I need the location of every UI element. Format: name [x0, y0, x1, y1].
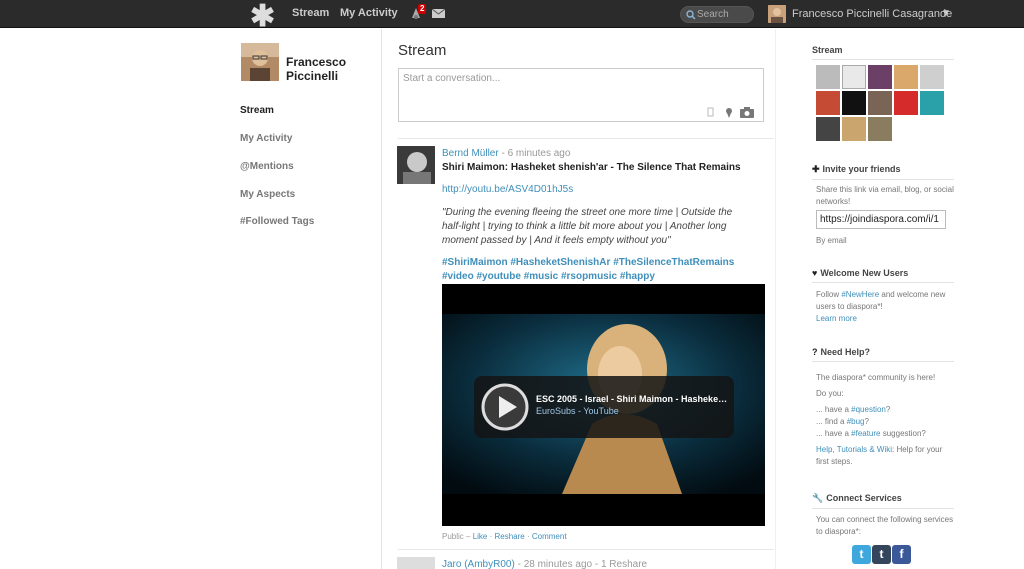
- publisher: [398, 68, 764, 122]
- search-box: [680, 6, 754, 23]
- profile-avatar[interactable]: [241, 43, 279, 81]
- avatar[interactable]: [842, 65, 866, 89]
- tag-link[interactable]: #happy: [620, 271, 655, 282]
- diaspora-logo-icon[interactable]: ✱: [250, 2, 275, 32]
- post-meta: Bernd Müller - 6 minutes ago: [442, 148, 570, 159]
- tag-link[interactable]: #music: [524, 271, 558, 282]
- avatar[interactable]: [920, 65, 944, 89]
- page-title: Stream: [398, 42, 447, 59]
- camera-icon[interactable]: [740, 107, 754, 118]
- feature-tag-link[interactable]: #feature: [851, 429, 880, 438]
- invite-link-field[interactable]: [816, 210, 946, 229]
- welcome-text: Follow #NewHere and welcome new users to…: [816, 290, 946, 323]
- invite-by-email-link[interactable]: By email: [816, 235, 954, 247]
- avatar[interactable]: [868, 117, 892, 141]
- tumblr-icon[interactable]: t: [872, 545, 891, 564]
- video-title[interactable]: ESC 2005 - Israel - Shiri Maimon - Hashe…: [536, 394, 730, 404]
- video-embed[interactable]: ESC 2005 - Israel - Shiri Maimon - Hashe…: [442, 284, 765, 526]
- newhere-tag-link[interactable]: #NewHere: [841, 290, 879, 299]
- connect-text: You can connect the following services t…: [816, 515, 954, 536]
- post-title: Shiri Maimon: Hasheket shenish'ar - The …: [442, 162, 741, 173]
- sidebar-item-my-activity[interactable]: My Activity: [240, 133, 292, 144]
- profile-name[interactable]: Francesco Piccinelli: [286, 55, 366, 83]
- avatar[interactable]: [894, 91, 918, 115]
- nav-stream[interactable]: Stream: [292, 7, 329, 19]
- help-links[interactable]: Help, Tutorials & Wiki: [816, 445, 892, 454]
- search-input[interactable]: [697, 8, 751, 21]
- top-bar: ✱ Stream My Activity 2 Francesco Piccine…: [0, 0, 1024, 32]
- post-video-link[interactable]: http://youtu.be/ASV4D01hJ5s: [442, 184, 573, 195]
- sidebar-item-mentions[interactable]: @Mentions: [240, 161, 294, 172]
- sidebar-item-my-aspects[interactable]: My Aspects: [240, 189, 295, 200]
- invite-text: Share this link via email, blog, or soci…: [816, 185, 954, 206]
- avatar[interactable]: [868, 91, 892, 115]
- heart-icon: ♥: [812, 268, 818, 278]
- feed-divider: [398, 549, 774, 550]
- tag-link[interactable]: #TheSilenceThatRemains: [613, 257, 734, 268]
- tag-link[interactable]: #ShiriMaimon: [442, 257, 508, 268]
- reshare-link[interactable]: Reshare: [495, 532, 525, 541]
- avatar[interactable]: [816, 65, 840, 89]
- sidebar-item-stream[interactable]: Stream: [240, 105, 274, 116]
- tag-link[interactable]: #video: [442, 271, 474, 282]
- avatar[interactable]: [868, 65, 892, 89]
- post-author-avatar[interactable]: [397, 557, 435, 569]
- video-channel[interactable]: EuroSubs - YouTube: [536, 406, 619, 416]
- question-tag-link[interactable]: #question: [851, 405, 886, 414]
- post-tags: #ShiriMaimon #HasheketShenishAr #TheSile…: [442, 256, 768, 284]
- question-icon: ?: [812, 347, 818, 357]
- welcome-heading: ♥ Welcome New Users: [812, 268, 954, 283]
- column-divider: [381, 29, 382, 569]
- help-heading: ? Need Help?: [812, 347, 954, 362]
- user-menu-name[interactable]: Francesco Piccinelli Casagrande: [792, 8, 952, 20]
- tag-link[interactable]: #HasheketShenishAr: [510, 257, 610, 268]
- bug-tag-link[interactable]: #bug: [847, 417, 865, 426]
- wrench-icon: 🔧: [812, 493, 824, 503]
- twitter-icon[interactable]: t: [852, 545, 871, 564]
- post-timestamp: - 28 minutes ago - 1 Reshare: [514, 559, 648, 569]
- post-meta: Jaro (AmbyR00) - 28 minutes ago - 1 Resh…: [442, 559, 647, 569]
- column-divider: [775, 29, 776, 569]
- video-overlay: ESC 2005 - Israel - Shiri Maimon - Hashe…: [474, 376, 734, 438]
- avatar[interactable]: [842, 91, 866, 115]
- post-author-avatar[interactable]: [397, 146, 435, 184]
- nav-my-activity[interactable]: My Activity: [340, 7, 398, 19]
- feed-divider: [398, 138, 774, 139]
- search-icon: [686, 10, 696, 20]
- attach-icon[interactable]: [707, 107, 714, 117]
- avatar[interactable]: [920, 91, 944, 115]
- facebook-icon[interactable]: f: [892, 545, 911, 564]
- connect-heading: 🔧 Connect Services: [812, 493, 954, 509]
- tag-link[interactable]: #rsopmusic: [561, 271, 617, 282]
- learn-more-link[interactable]: Learn more: [816, 314, 857, 323]
- comment-link[interactable]: Comment: [532, 532, 567, 541]
- stream-heading: Stream: [812, 45, 954, 60]
- post-author-link[interactable]: Bernd Müller: [442, 148, 499, 159]
- plus-icon: ✚: [812, 164, 820, 174]
- mail-icon[interactable]: [432, 9, 445, 18]
- post-quote: "During the evening fleeing the street o…: [442, 207, 733, 246]
- post-author-link[interactable]: Jaro (AmbyR00): [442, 559, 515, 569]
- avatar[interactable]: [842, 117, 866, 141]
- post-visibility: Public: [442, 532, 464, 541]
- avatar[interactable]: [816, 91, 840, 115]
- post-timestamp: - 6 minutes ago: [498, 148, 571, 159]
- notification-count-badge: 2: [418, 4, 427, 14]
- help-text: The diaspora* community is here! Do you:…: [816, 373, 943, 466]
- invite-heading: ✚ Invite your friends: [812, 164, 954, 180]
- avatar[interactable]: [816, 117, 840, 141]
- like-link[interactable]: Like: [473, 532, 488, 541]
- chevron-down-icon[interactable]: ▼: [941, 8, 951, 19]
- sidebar-item-followed-tags[interactable]: #Followed Tags: [240, 216, 314, 227]
- avatar[interactable]: [894, 65, 918, 89]
- tag-link[interactable]: #youtube: [476, 271, 520, 282]
- publisher-input[interactable]: [399, 69, 763, 103]
- location-icon[interactable]: [725, 107, 733, 118]
- post-actions: Public – Like · Reshare · Comment: [442, 532, 567, 541]
- play-icon[interactable]: [481, 383, 529, 431]
- user-avatar[interactable]: [768, 5, 786, 23]
